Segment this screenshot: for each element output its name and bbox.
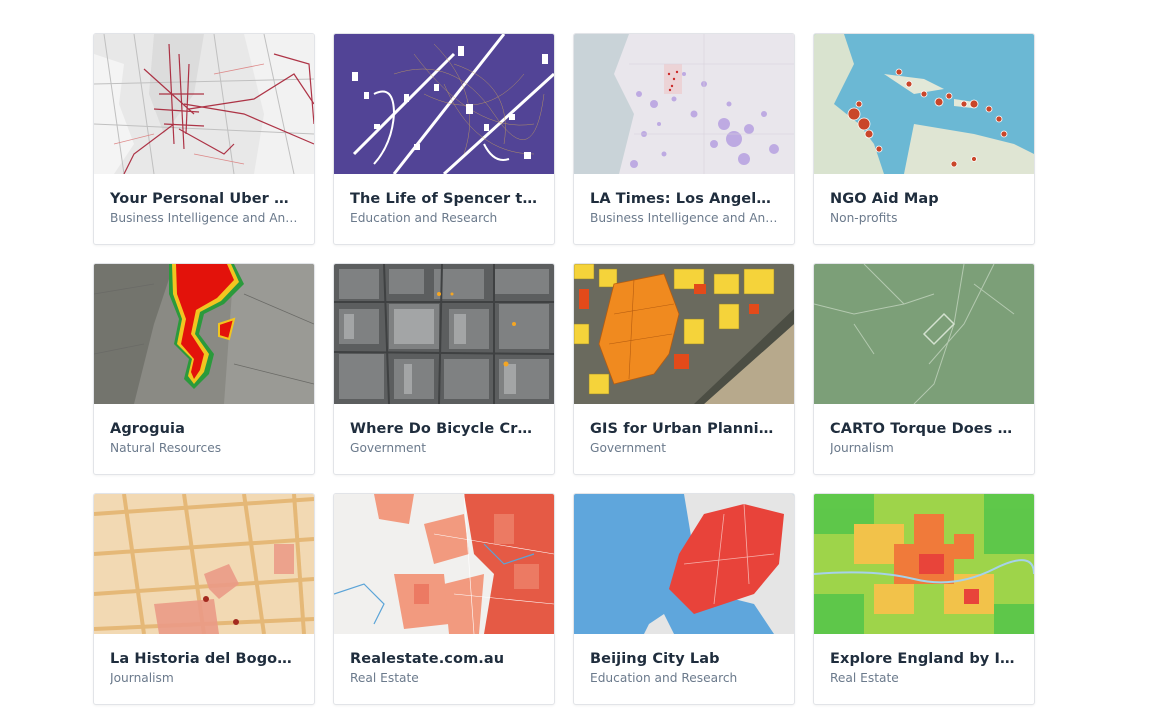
card-title[interactable]: GIS for Urban Planning in Spain [590,421,778,437]
card-category: Education and Research [590,671,738,685]
card-title[interactable]: NGO Aid Map [830,191,1018,207]
gallery-card[interactable]: LA Times: Los Angeles Homicides Business… [573,33,795,245]
card-category: Education and Research [350,211,498,225]
card-title[interactable]: La Historia del Bogotazo [110,651,298,667]
beijing-map-thumbnail[interactable] [574,494,794,634]
card-title[interactable]: Beijing City Lab [590,651,778,667]
urban-planning-map-thumbnail[interactable] [574,264,794,404]
card-title[interactable]: Agroguia [110,421,298,437]
card-category: Natural Resources [110,441,222,455]
ngo-aid-map-thumbnail[interactable] [814,34,1034,174]
card-category: Real Estate [350,671,419,685]
card-category: Government [350,441,427,455]
card-title[interactable]: CARTO Torque Does Land Use [830,421,1018,437]
card-title[interactable]: LA Times: Los Angeles Homicides [590,191,778,207]
uber-map-thumbnail[interactable] [94,34,314,174]
gallery-card[interactable]: The Life of Spencer the Cat Education an… [333,33,555,245]
card-category: Journalism [110,671,174,685]
spencer-cat-map-thumbnail[interactable] [334,34,554,174]
gallery-card[interactable]: Realestate.com.au Real Estate [333,493,555,705]
gallery-card[interactable]: Agroguia Natural Resources [93,263,315,475]
england-map-thumbnail[interactable] [814,494,1034,634]
card-category: Non-profits [830,211,898,225]
realestate-map-thumbnail[interactable] [334,494,554,634]
gallery-card[interactable]: CARTO Torque Does Land Use Journalism [813,263,1035,475]
card-title[interactable]: The Life of Spencer the Cat [350,191,538,207]
card-category: Real Estate [830,671,899,685]
torque-map-thumbnail[interactable] [814,264,1034,404]
la-times-map-thumbnail[interactable] [574,34,794,174]
card-title[interactable]: Where Do Bicycle Crashes Happen [350,421,538,437]
card-title[interactable]: Realestate.com.au [350,651,538,667]
card-category: Business Intelligence and Analytics [590,211,778,225]
gallery-card[interactable]: Where Do Bicycle Crashes Happen Governme… [333,263,555,475]
gallery-card[interactable]: GIS for Urban Planning in Spain Governme… [573,263,795,475]
card-category: Business Intelligence and Analytics [110,211,298,225]
card-title[interactable]: Explore England by Illuminated Property [830,651,1018,667]
card-category: Government [590,441,667,455]
gallery-card[interactable]: NGO Aid Map Non-profits [813,33,1035,245]
agroguia-map-thumbnail[interactable] [94,264,314,404]
gallery-card[interactable]: Beijing City Lab Education and Research [573,493,795,705]
gallery-card[interactable]: Explore England by Illuminated Property … [813,493,1035,705]
bogotazo-map-thumbnail[interactable] [94,494,314,634]
card-category: Journalism [830,441,894,455]
gallery-card[interactable]: La Historia del Bogotazo Journalism [93,493,315,705]
card-title[interactable]: Your Personal Uber Data Visualization [110,191,298,207]
map-gallery-grid: Your Personal Uber Data Visualization Bu… [93,33,1035,705]
gallery-card[interactable]: Your Personal Uber Data Visualization Bu… [93,33,315,245]
bicycle-crashes-map-thumbnail[interactable] [334,264,554,404]
